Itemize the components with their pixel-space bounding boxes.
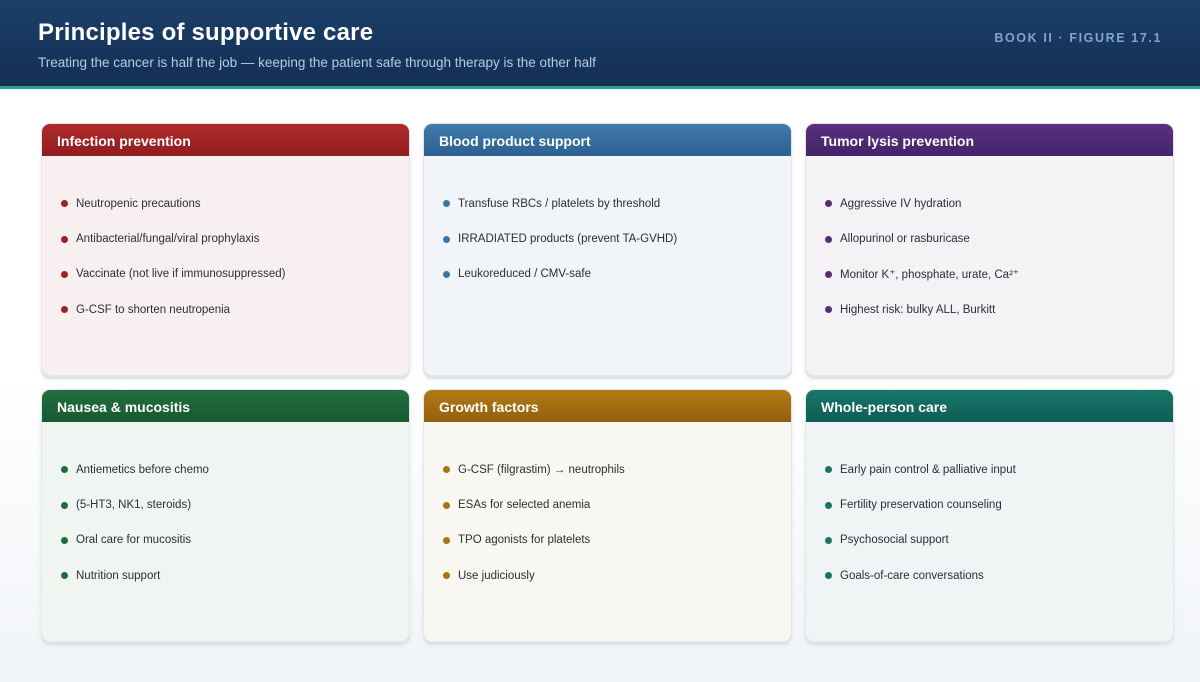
list-item-text: Psychosocial support bbox=[840, 534, 949, 547]
list-item-text: IRRADIATED products (prevent TA-GVHD) bbox=[458, 233, 678, 246]
bullet-dot-icon bbox=[825, 501, 832, 509]
list-item-text: Antibacterial/fungal/viral prophylaxis bbox=[76, 233, 260, 246]
list-item-text: Goals-of-care conversations bbox=[840, 569, 984, 582]
card-whole-person-care: Whole-person care Early pain control & p… bbox=[805, 389, 1174, 642]
list-item-text: Neutropenic precautions bbox=[76, 197, 201, 210]
card-infection-prevention: Infection prevention Neutropenic precaut… bbox=[41, 123, 410, 376]
list-item: Fertility preservation counseling bbox=[825, 487, 1173, 522]
list-item-text: (5-HT3, NK1, steroids) bbox=[76, 499, 192, 512]
list-item: Neutropenic precautions bbox=[61, 186, 409, 221]
list-item: Goals-of-care conversations bbox=[825, 558, 1173, 593]
card-tumor-lysis-prevention: Tumor lysis prevention Aggressive IV hyd… bbox=[805, 123, 1174, 376]
card-growth-factors: Growth factors G-CSF (filgrastim) → neut… bbox=[423, 389, 792, 642]
bullet-dot-icon bbox=[825, 270, 832, 278]
page-subtitle: Treating the cancer is half the job — ke… bbox=[38, 55, 596, 70]
list-item-text: Fertility preservation counseling bbox=[840, 499, 1002, 512]
bullet-dot-icon bbox=[825, 200, 832, 208]
list-item: Use judiciously bbox=[443, 558, 791, 593]
list-item-text: Nutrition support bbox=[76, 569, 161, 582]
card-blood-product-support: Blood product support Transfuse RBCs / p… bbox=[423, 123, 792, 376]
card-title: Blood product support bbox=[424, 124, 791, 156]
bullet-dot-icon bbox=[825, 466, 832, 474]
list-item: Aggressive IV hydration bbox=[825, 186, 1173, 221]
header-accent-rule bbox=[0, 86, 1200, 89]
bullet-dot-icon bbox=[825, 572, 832, 580]
bullet-dot-icon bbox=[443, 235, 450, 243]
list-item-text: Oral care for mucositis bbox=[76, 534, 192, 547]
figure-label: BOOK II · FIGURE 17.1 bbox=[994, 31, 1162, 45]
card-title: Tumor lysis prevention bbox=[806, 124, 1173, 156]
list-item: Vaccinate (not live if immunosuppressed) bbox=[61, 257, 409, 292]
bullet-dot-icon bbox=[61, 466, 68, 474]
bullet-dot-icon bbox=[61, 536, 68, 544]
bullet-dot-icon bbox=[825, 536, 832, 544]
figure-page: Principles of supportive care Treating t… bbox=[0, 0, 1200, 682]
list-item: Highest risk: bulky ALL, Burkitt bbox=[825, 292, 1173, 327]
list-item: Antiemetics before chemo bbox=[61, 452, 409, 487]
card-list: G-CSF (filgrastim) → neutrophils ESAs fo… bbox=[424, 422, 791, 594]
list-item-text: Early pain control & palliative input bbox=[840, 463, 1016, 476]
bullet-dot-icon bbox=[61, 270, 68, 278]
list-item: G-CSF (filgrastim) → neutrophils bbox=[443, 452, 791, 487]
list-item: (5-HT3, NK1, steroids) bbox=[61, 487, 409, 522]
card-title: Growth factors bbox=[424, 390, 791, 422]
header-banner: Principles of supportive care Treating t… bbox=[0, 0, 1200, 86]
list-item-text: G-CSF (filgrastim) → neutrophils bbox=[458, 463, 625, 476]
list-item-text: Vaccinate (not live if immunosuppressed) bbox=[76, 268, 286, 281]
bullet-dot-icon bbox=[443, 466, 450, 474]
bullet-dot-icon bbox=[443, 572, 450, 580]
list-item: Transfuse RBCs / platelets by threshold bbox=[443, 186, 791, 221]
bullet-dot-icon bbox=[825, 306, 832, 314]
bullet-dot-icon bbox=[443, 200, 450, 208]
list-item: G-CSF to shorten neutropenia bbox=[61, 292, 409, 327]
list-item: Leukoreduced / CMV-safe bbox=[443, 257, 791, 292]
list-item: TPO agonists for platelets bbox=[443, 523, 791, 558]
card-title: Infection prevention bbox=[42, 124, 409, 156]
list-item-text: Monitor K⁺, phosphate, urate, Ca²⁺ bbox=[840, 269, 1019, 282]
list-item-text: G-CSF to shorten neutropenia bbox=[76, 303, 231, 316]
list-item-text: Transfuse RBCs / platelets by threshold bbox=[458, 197, 661, 210]
bullet-dot-icon bbox=[443, 501, 450, 509]
list-item: IRRADIATED products (prevent TA-GVHD) bbox=[443, 221, 791, 256]
list-item-text: Leukoreduced / CMV-safe bbox=[458, 268, 591, 281]
list-item-text: Aggressive IV hydration bbox=[840, 197, 962, 210]
list-item: Oral care for mucositis bbox=[61, 523, 409, 558]
bullet-dot-icon bbox=[61, 200, 68, 208]
list-item: Psychosocial support bbox=[825, 523, 1173, 558]
list-item: Monitor K⁺, phosphate, urate, Ca²⁺ bbox=[825, 257, 1173, 292]
list-item: Antibacterial/fungal/viral prophylaxis bbox=[61, 221, 409, 256]
card-nausea-mucositis: Nausea & mucositis Antiemetics before ch… bbox=[41, 389, 410, 642]
bullet-dot-icon bbox=[61, 235, 68, 243]
bullet-dot-icon bbox=[61, 572, 68, 580]
card-list: Early pain control & palliative input Fe… bbox=[806, 422, 1173, 594]
list-item: Nutrition support bbox=[61, 558, 409, 593]
bullet-dot-icon bbox=[61, 306, 68, 314]
list-item-text: TPO agonists for platelets bbox=[458, 534, 591, 547]
list-item: Allopurinol or rasburicase bbox=[825, 221, 1173, 256]
list-item-text: Antiemetics before chemo bbox=[76, 463, 209, 476]
card-list: Aggressive IV hydration Allopurinol or r… bbox=[806, 156, 1173, 328]
list-item-text: ESAs for selected anemia bbox=[458, 499, 591, 512]
card-list: Transfuse RBCs / platelets by threshold … bbox=[424, 156, 791, 292]
list-item: ESAs for selected anemia bbox=[443, 487, 791, 522]
list-item-text: Highest risk: bulky ALL, Burkitt bbox=[840, 303, 996, 316]
page-title: Principles of supportive care bbox=[38, 19, 374, 46]
card-title: Whole-person care bbox=[806, 390, 1173, 422]
list-item-text: Allopurinol or rasburicase bbox=[840, 233, 970, 246]
card-title: Nausea & mucositis bbox=[42, 390, 409, 422]
card-list: Neutropenic precautions Antibacterial/fu… bbox=[42, 156, 409, 328]
list-item-text: Use judiciously bbox=[458, 569, 535, 582]
card-list: Antiemetics before chemo (5-HT3, NK1, st… bbox=[42, 422, 409, 594]
bullet-dot-icon bbox=[443, 536, 450, 544]
bullet-dot-icon bbox=[443, 270, 450, 278]
list-item: Early pain control & palliative input bbox=[825, 452, 1173, 487]
bullet-dot-icon bbox=[825, 235, 832, 243]
bullet-dot-icon bbox=[61, 501, 68, 509]
